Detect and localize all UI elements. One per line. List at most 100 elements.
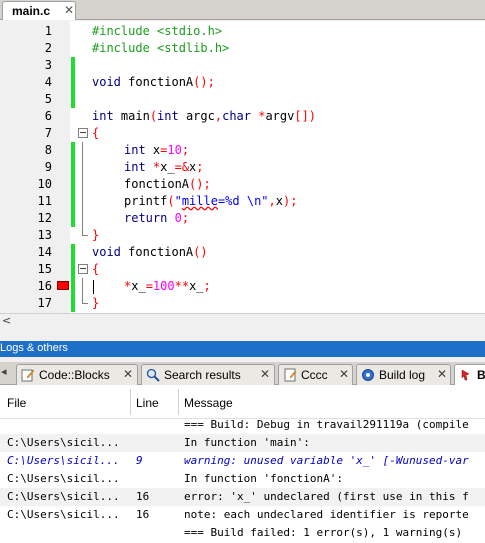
code-text: fonctionA(); <box>124 177 211 191</box>
code-editor[interactable]: 1 #include <stdio.h> 2 #include <stdlib.… <box>0 21 485 313</box>
code-line[interactable]: 8 int x=10; <box>0 142 485 159</box>
table-row[interactable]: C:\Users\sicil... 16 error: 'x_' undecla… <box>0 488 485 506</box>
table-header: File Line Message <box>0 385 485 419</box>
column-divider[interactable] <box>178 389 179 415</box>
code-line[interactable]: 16 *x_=100**x_; <box>0 278 485 295</box>
code-line[interactable]: 10 fonctionA(); <box>0 176 485 193</box>
line-number: 1 <box>44 24 52 38</box>
cell-message: === Build failed: 1 error(s), 1 warning(… <box>184 526 463 539</box>
code-line[interactable]: 1 #include <stdio.h> <box>0 23 485 40</box>
build-log-icon <box>362 369 374 381</box>
code-text: #include <stdio.h> <box>92 24 223 38</box>
line-number: 15 <box>37 262 52 276</box>
line-number: 5 <box>44 92 52 106</box>
column-divider[interactable] <box>130 389 131 415</box>
table-row[interactable]: C:\Users\sicil... 16 note: each undeclar… <box>0 506 485 524</box>
change-marker <box>71 278 75 295</box>
search-icon <box>146 368 160 382</box>
cell-file: C:\Users\sicil... <box>7 454 120 467</box>
cell-line: 9 <box>136 454 143 467</box>
tab-cccc[interactable]: Cccc ✕ <box>278 364 353 385</box>
editor-horizontal-scrollbar[interactable]: < <box>0 313 485 327</box>
table-row[interactable]: C:\Users\sicil... 9 warning: unused vari… <box>0 452 485 470</box>
cell-message: In function 'main': <box>184 436 310 449</box>
tab-label: Cccc <box>301 368 328 382</box>
code-line[interactable]: 13 } <box>0 227 485 244</box>
code-line[interactable]: 11 printf("mille=%d \n",x); <box>0 193 485 210</box>
cell-message: note: each undeclared identifier is repo… <box>184 508 469 521</box>
build-messages-table[interactable]: File Line Message === Build: Debug in tr… <box>0 385 485 543</box>
tab-search-results[interactable]: Search results ✕ <box>141 364 275 385</box>
line-number: 14 <box>37 245 52 259</box>
fold-line <box>82 159 83 176</box>
tab-label: Build log <box>379 368 426 382</box>
code-line[interactable]: 7 { <box>0 125 485 142</box>
tab-label: Code::Blocks <box>39 368 110 382</box>
code-line[interactable]: 6 int main(int argc,char *argv[]) <box>0 108 485 125</box>
code-text: int *x_=&x; <box>124 160 204 174</box>
code-text: } <box>92 296 100 310</box>
code-text: { <box>92 262 100 276</box>
tab-build-log[interactable]: Build log ✕ <box>356 364 451 385</box>
tab-scroll-left-icon[interactable]: ◂ <box>1 365 13 382</box>
code-line[interactable]: 9 int *x_=&x; <box>0 159 485 176</box>
column-header-file[interactable]: File <box>7 396 26 410</box>
change-marker <box>71 74 75 91</box>
change-marker <box>71 159 75 176</box>
fold-line <box>82 176 83 193</box>
line-number: 10 <box>37 177 52 191</box>
code-line[interactable]: 3 <box>0 57 485 74</box>
table-row[interactable]: === Build: Debug in travail291119a (comp… <box>0 416 485 434</box>
build-messages-icon <box>461 369 470 381</box>
line-number: 7 <box>44 126 52 140</box>
code-line[interactable]: 5 <box>0 91 485 108</box>
change-marker <box>71 176 75 193</box>
fold-end-marker <box>82 227 88 236</box>
table-row[interactable]: C:\Users\sicil... In function 'fonctionA… <box>0 470 485 488</box>
cell-file: C:\Users\sicil... <box>7 490 120 503</box>
code-line[interactable]: 2 #include <stdlib.h> <box>0 40 485 57</box>
fold-toggle-icon[interactable] <box>78 128 88 138</box>
cell-message: warning: unused variable 'x_' [-Wunused-… <box>184 454 469 467</box>
editor-tab-label: main.c <box>12 4 51 18</box>
code-text: { <box>92 126 100 140</box>
tab-code-blocks[interactable]: Code::Blocks ✕ <box>16 364 138 385</box>
fold-toggle-icon[interactable] <box>78 264 88 274</box>
code-line[interactable]: 4 void fonctionA(); <box>0 74 485 91</box>
code-line[interactable]: 12 return 0; <box>0 210 485 227</box>
line-number: 4 <box>44 75 52 89</box>
close-icon[interactable]: ✕ <box>339 367 349 381</box>
line-number: 2 <box>44 41 52 55</box>
close-icon[interactable]: ✕ <box>437 367 447 381</box>
change-marker <box>71 261 75 278</box>
logs-panel-title-bar[interactable]: Logs & others <box>0 341 485 357</box>
change-marker <box>71 244 75 261</box>
line-number: 6 <box>44 109 52 123</box>
close-icon[interactable]: ✕ <box>64 3 74 17</box>
column-header-line[interactable]: Line <box>136 396 159 410</box>
scroll-left-arrow-icon[interactable]: < <box>2 314 11 327</box>
error-marker-icon[interactable] <box>57 281 69 290</box>
tab-label: B <box>477 368 485 382</box>
close-icon[interactable]: ✕ <box>123 367 133 381</box>
document-icon <box>284 368 297 382</box>
line-number: 17 <box>37 296 52 310</box>
tab-build-messages[interactable]: B <box>454 364 485 386</box>
code-text: } <box>92 228 100 242</box>
fold-line <box>82 142 83 159</box>
code-line[interactable]: 14 void fonctionA() <box>0 244 485 261</box>
line-number: 9 <box>44 160 52 174</box>
code-text: void fonctionA(); <box>92 75 215 89</box>
editor-tab-main-c[interactable]: main.c ✕ <box>2 1 76 20</box>
code-text: printf("mille=%d \n",x); <box>124 194 298 208</box>
close-icon[interactable]: ✕ <box>260 367 270 381</box>
line-number: 8 <box>44 143 52 157</box>
column-header-message[interactable]: Message <box>184 396 233 410</box>
code-line[interactable]: 17 } <box>0 295 485 312</box>
change-marker <box>71 193 75 210</box>
code-line[interactable]: 15 { <box>0 261 485 278</box>
cell-file: C:\Users\sicil... <box>7 472 120 485</box>
table-row[interactable]: === Build failed: 1 error(s), 1 warning(… <box>0 524 485 542</box>
table-row[interactable]: C:\Users\sicil... In function 'main': <box>0 434 485 452</box>
fold-line <box>82 278 83 295</box>
